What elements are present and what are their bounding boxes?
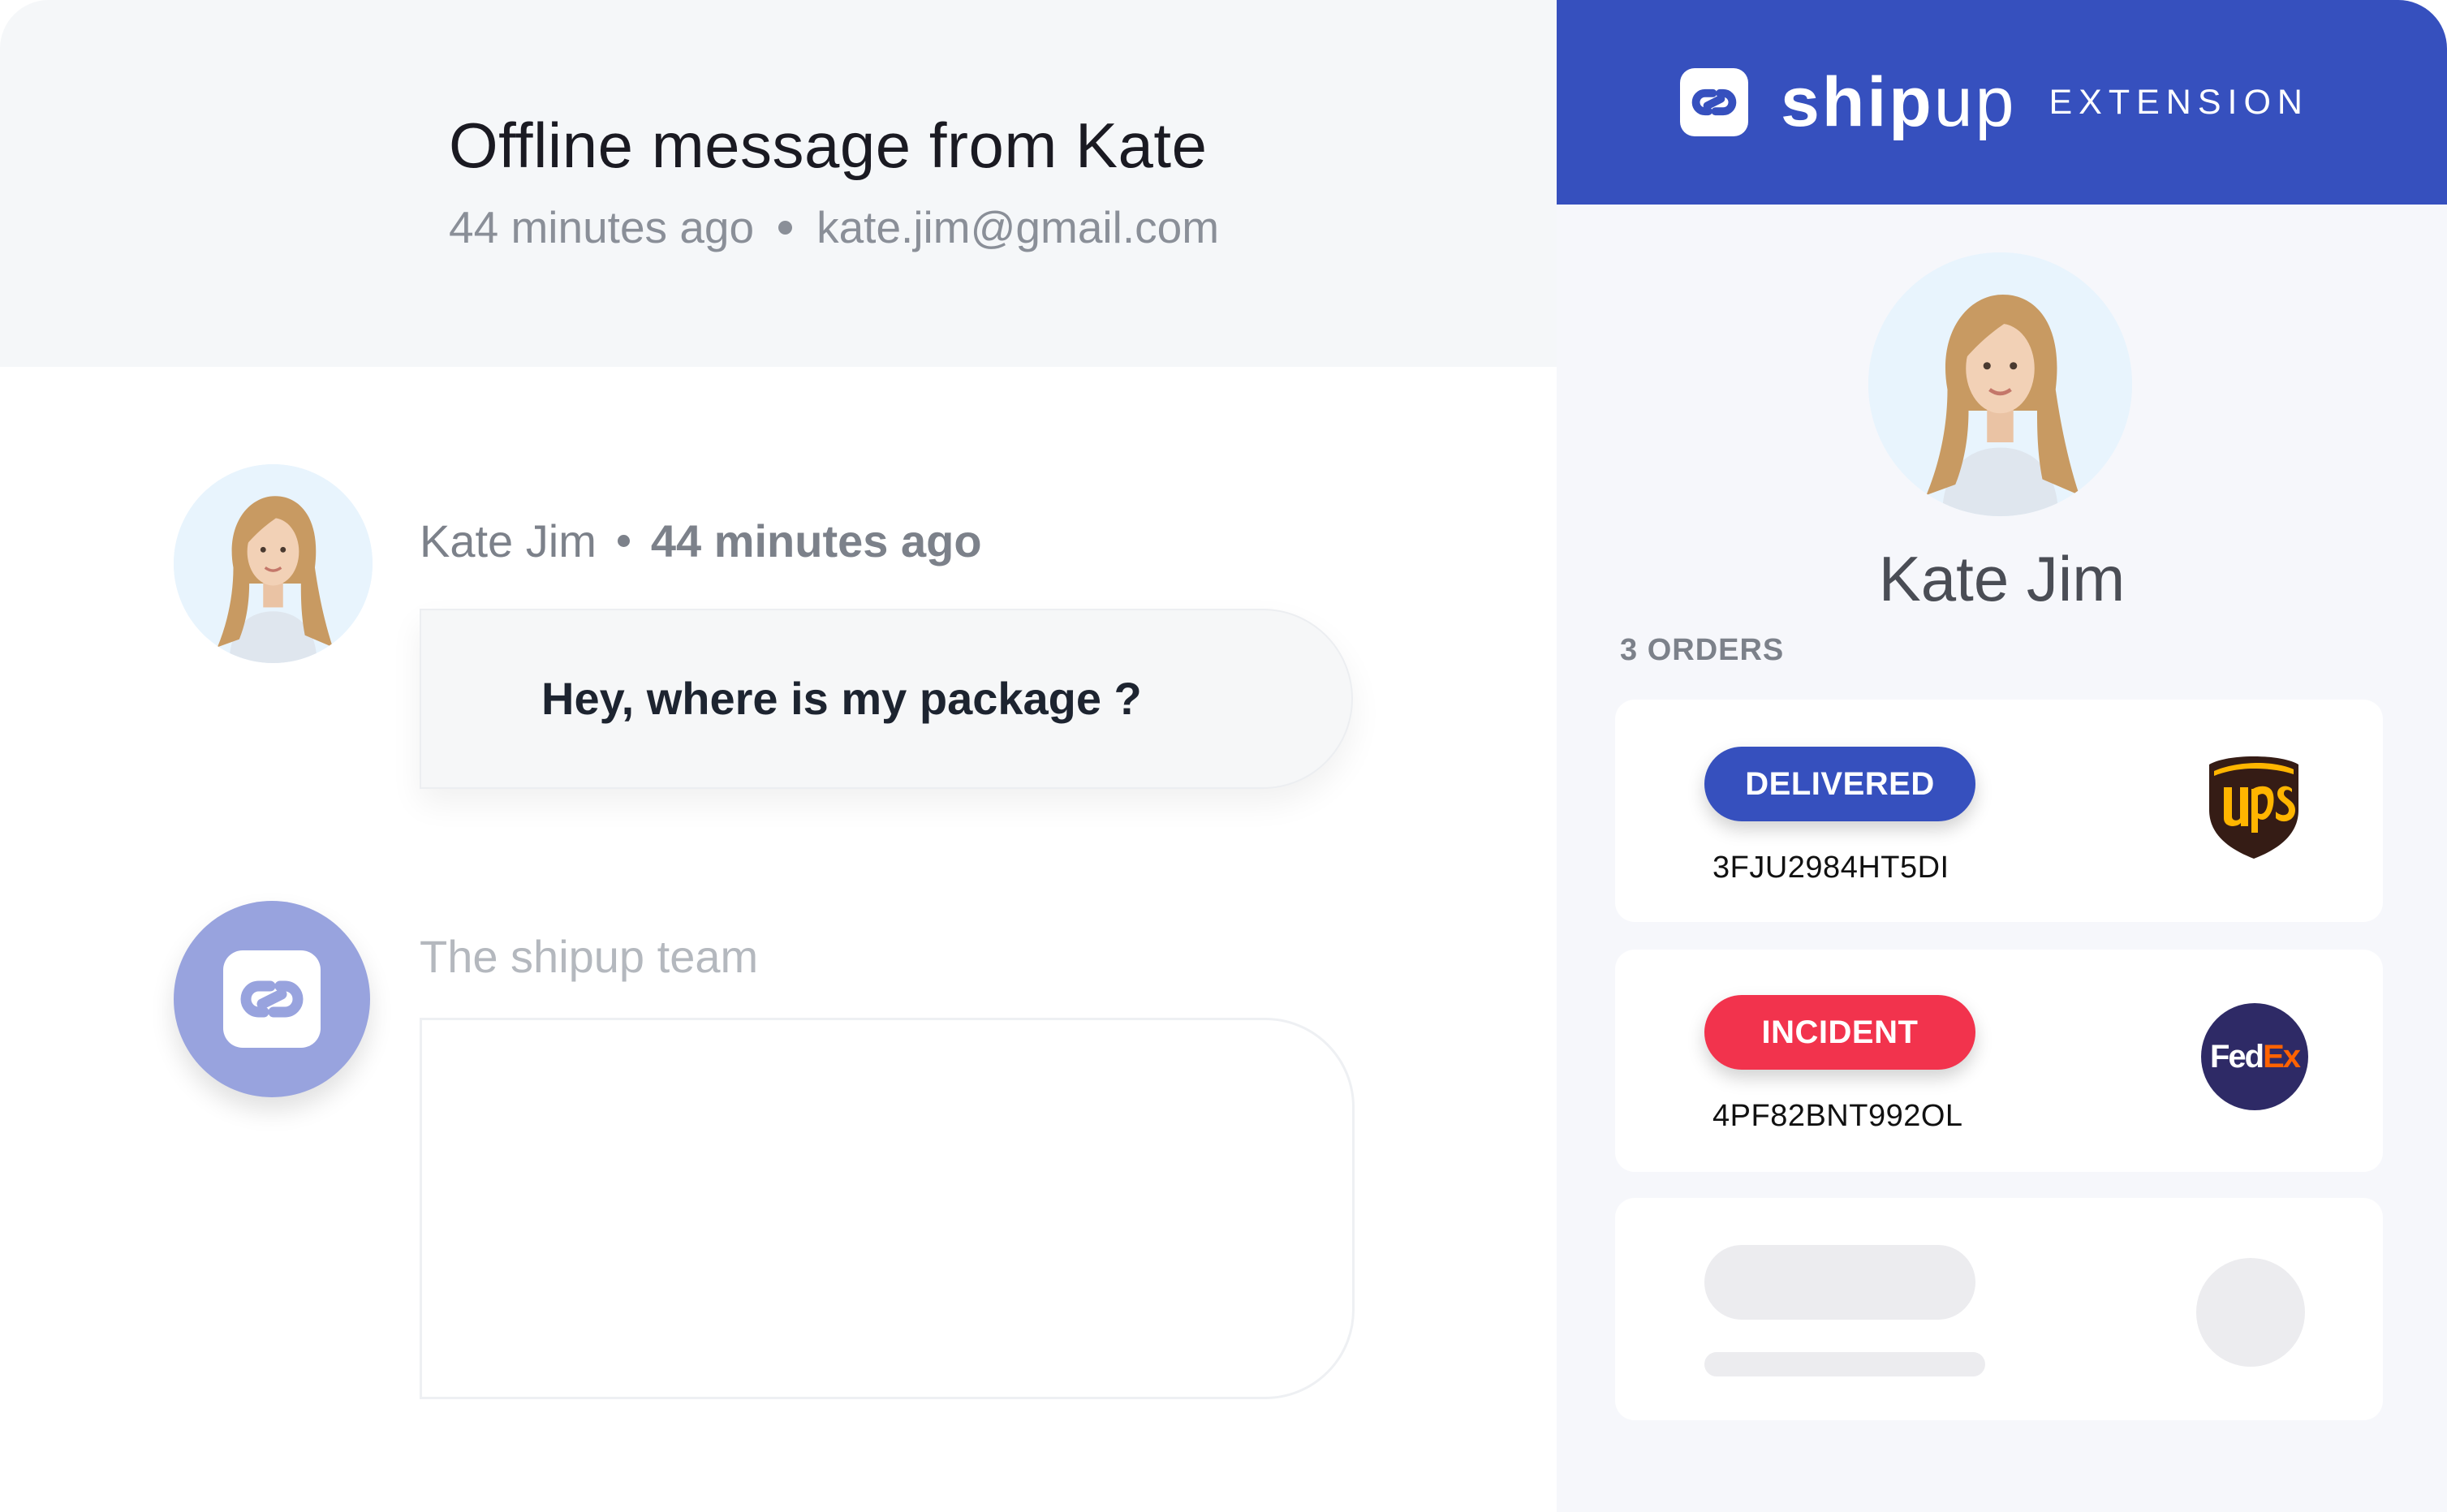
- reply-input[interactable]: [420, 1018, 1355, 1399]
- reply-team-name: The shipup team: [420, 931, 759, 982]
- brand-wordmark: shipup: [1781, 67, 2016, 137]
- extension-label: EXTENSION: [2049, 83, 2309, 122]
- conversation-title: Offline message from Kate: [449, 110, 1208, 181]
- conversation-pane: Offline message from Kate 44 minutes ago…: [0, 0, 1557, 1512]
- fedex-logo-icon: FedEx: [2201, 1003, 2308, 1110]
- skeleton-tracking: [1704, 1352, 1985, 1376]
- message-author: Kate Jim: [420, 515, 597, 566]
- shipup-logo-icon: [1680, 68, 1748, 136]
- skeleton-carrier-icon: [2196, 1258, 2305, 1367]
- message-bubble: Hey, where is my package ?: [420, 609, 1353, 789]
- shipup-extension-panel: shipup EXTENSION Kate Jim 3 ORDERS DELIV…: [1557, 0, 2447, 1512]
- customer-name: Kate Jim: [1878, 543, 2126, 614]
- tracking-number: 4PF82BNT992OL: [1712, 1099, 1963, 1133]
- status-badge-incident: INCIDENT: [1704, 995, 1975, 1070]
- brand-light: up: [1933, 63, 2017, 141]
- status-badge-delivered: DELIVERED: [1704, 747, 1975, 821]
- skeleton-status: [1704, 1245, 1975, 1320]
- shipup-logo-icon: [223, 950, 321, 1048]
- message-meta: Kate Jim 44 minutes ago: [420, 515, 982, 567]
- message-text: Hey, where is my package ?: [541, 673, 1142, 724]
- tracking-number: 3FJU2984HT5DI: [1712, 851, 1949, 885]
- brand: shipup EXTENSION: [1680, 67, 2309, 137]
- extension-header: shipup EXTENSION: [1557, 0, 2447, 205]
- separator-dot: [778, 220, 793, 235]
- customer-email-link[interactable]: kate.jim@gmail.com: [816, 201, 1219, 253]
- fedex-wordmark: FedEx: [2201, 1039, 2308, 1075]
- ups-logo-icon: [2206, 753, 2302, 862]
- orders-count-label: 3 ORDERS: [1620, 633, 1785, 667]
- order-card[interactable]: DELIVERED 3FJU2984HT5DI: [1615, 700, 2383, 922]
- customer-profile-avatar: [1868, 252, 2132, 516]
- fedex-fed: Fed: [2209, 1039, 2264, 1075]
- message-time: 44 minutes ago: [650, 515, 982, 566]
- conversation-meta: 44 minutes ago kate.jim@gmail.com: [449, 201, 1219, 253]
- order-card-loading: [1615, 1198, 2383, 1420]
- fedex-ex: Ex: [2263, 1039, 2301, 1075]
- separator-dot: [617, 535, 630, 547]
- brand-bold: ship: [1781, 63, 1934, 141]
- conversation-time: 44 minutes ago: [449, 202, 755, 252]
- conversation-header: Offline message from Kate 44 minutes ago…: [0, 0, 1557, 367]
- customer-avatar: [174, 464, 373, 663]
- order-card[interactable]: INCIDENT 4PF82BNT992OL FedEx: [1615, 950, 2383, 1172]
- team-avatar: [174, 901, 370, 1097]
